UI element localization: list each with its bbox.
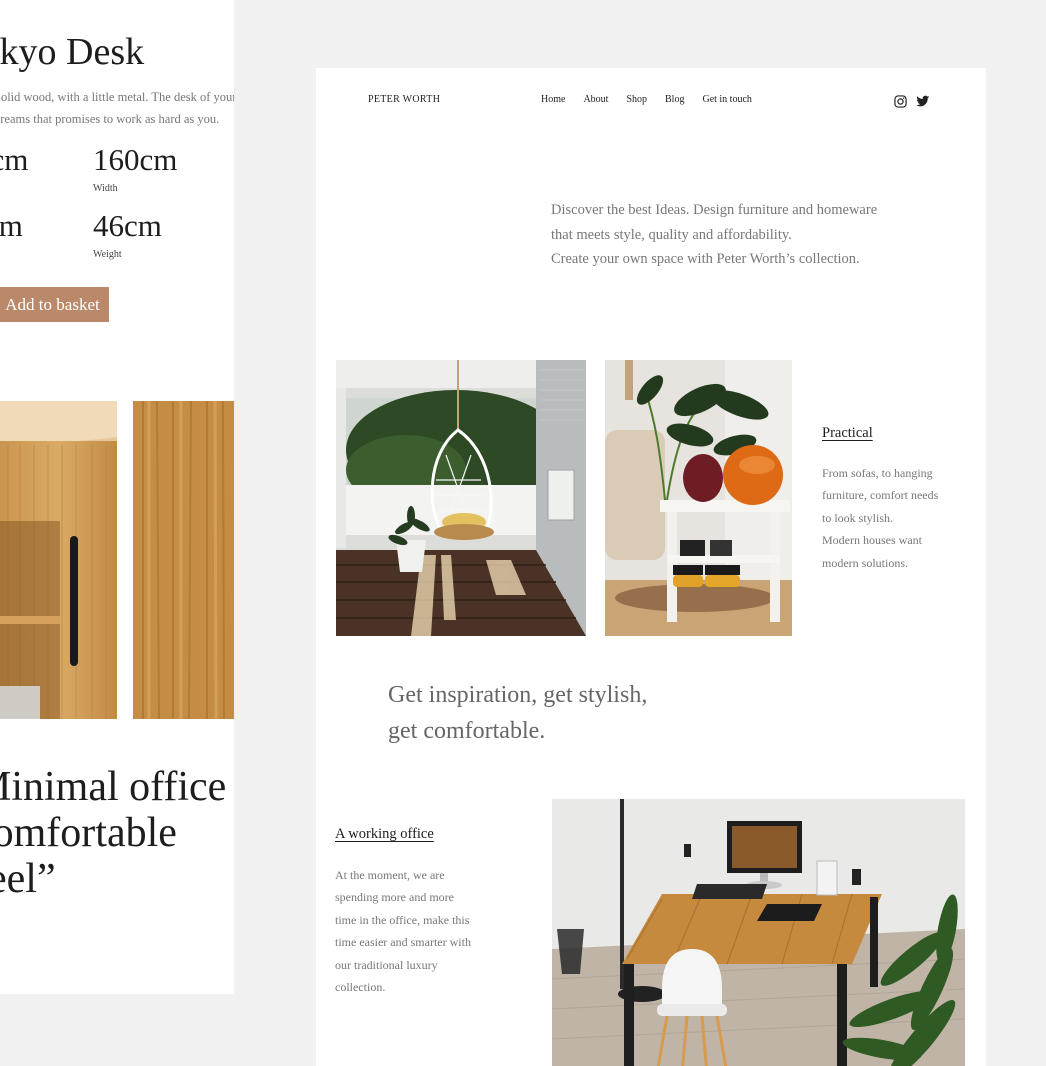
practical-description: From sofas, to hanging furniture, comfor… — [822, 462, 972, 574]
product-stat-value: 46cm — [93, 208, 162, 243]
intro-text: Discover the best Ideas. Design furnitur… — [551, 198, 931, 272]
practical-line: to look stylish. — [822, 510, 894, 525]
intro-line: that meets style, quality and affordabil… — [551, 226, 792, 243]
shoe-bench-photo — [605, 360, 792, 636]
practical-line: Modern houses want — [822, 533, 922, 548]
product-panel: Tokyo Desk Solid wood, with a little met… — [0, 0, 234, 994]
nav-about[interactable]: About — [583, 94, 608, 105]
cabinet-image — [0, 401, 117, 719]
product-stat-label: Weight — [93, 249, 122, 260]
instagram-icon[interactable] — [894, 93, 908, 108]
working-office-description: At the moment, we are spending more and … — [335, 864, 495, 998]
practical-line: modern solutions. — [822, 555, 908, 570]
social-links — [894, 93, 930, 108]
add-to-basket-button[interactable]: Add to basket — [0, 287, 109, 322]
office-line: spending more and more — [335, 890, 454, 905]
working-office-link[interactable]: A working office — [335, 826, 434, 843]
homepage-card: PETER WORTH Home About Shop Blog Get in … — [316, 68, 986, 1066]
product-stat-value: 80cm — [0, 208, 23, 243]
wood-texture-image — [133, 401, 234, 719]
office-line: our traditional luxury — [335, 957, 438, 972]
nav-blog[interactable]: Blog — [665, 94, 684, 105]
nav-home[interactable]: Home — [541, 94, 565, 105]
main-nav: Home About Shop Blog Get in touch — [541, 94, 770, 105]
twitter-icon[interactable] — [916, 93, 930, 107]
product-stat-label: Width — [93, 183, 118, 194]
product-description-line: Solid wood, with a little metal. The des… — [0, 90, 234, 104]
product-description-line: dreams that promises to work as hard as … — [0, 112, 220, 126]
office-desk-photo — [552, 799, 965, 1066]
tagline-heading: Get inspiration, get stylish, get comfor… — [388, 682, 648, 744]
office-line: time easier and smarter with — [335, 935, 471, 950]
office-line: At the moment, we are — [335, 868, 445, 882]
product-stat-value: 120cm — [0, 142, 29, 177]
intro-line: Discover the best Ideas. Design furnitur… — [551, 202, 878, 218]
nav-get-in-touch[interactable]: Get in touch — [702, 94, 751, 105]
product-title: Tokyo Desk — [0, 31, 145, 73]
practical-line: furniture, comfort needs — [822, 488, 939, 503]
product-stat-value: 160cm — [93, 142, 178, 177]
office-line: collection. — [335, 980, 386, 995]
product-description: Solid wood, with a little metal. The des… — [0, 86, 234, 130]
hanging-chair-photo — [336, 360, 586, 636]
product-quote: Minimal office comfortable feel” — [0, 764, 227, 902]
practical-line: From sofas, to hanging — [822, 466, 933, 480]
practical-link[interactable]: Practical — [822, 425, 873, 442]
nav-shop[interactable]: Shop — [626, 94, 647, 105]
brand-logo[interactable]: PETER WORTH — [368, 94, 440, 105]
intro-line: Create your own space with Peter Worth’s… — [551, 251, 860, 267]
office-line: time in the office, make this — [335, 912, 470, 927]
